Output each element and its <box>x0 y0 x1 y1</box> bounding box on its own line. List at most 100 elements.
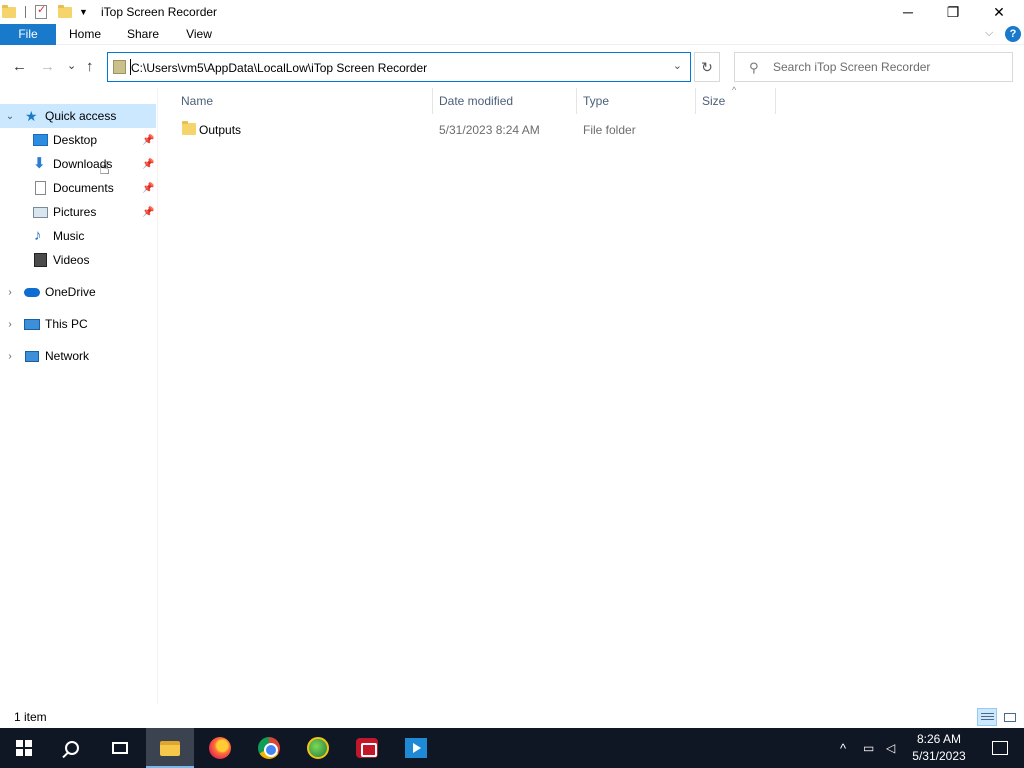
column-header-name[interactable]: Name <box>175 88 433 114</box>
recent-locations-button[interactable]: ⌄ <box>67 59 76 72</box>
taskbar-file-explorer[interactable] <box>146 728 194 768</box>
sidebar-item-label: Network <box>45 349 90 363</box>
start-button[interactable] <box>0 728 48 768</box>
forward-button[interactable]: → <box>40 58 55 75</box>
column-header-type[interactable]: Type <box>577 88 696 114</box>
firefox-icon <box>209 737 231 759</box>
tab-file[interactable]: File <box>0 24 56 45</box>
notification-icon <box>992 741 1008 755</box>
minimize-button[interactable]: ─ <box>885 0 931 24</box>
sidebar-item-onedrive[interactable]: › OneDrive <box>0 280 156 304</box>
status-bar: 1 item <box>0 704 1024 728</box>
clock-time: 8:26 AM <box>916 732 962 746</box>
desktop-icon <box>33 134 48 146</box>
address-folder-icon <box>113 60 126 74</box>
sidebar-item-label: Music <box>53 229 85 243</box>
file-row[interactable]: Outputs 5/31/2023 8:24 AM File folder <box>175 119 775 141</box>
details-view-icon <box>981 713 994 722</box>
sidebar-item-label: Pictures <box>53 205 97 219</box>
taskbar: ^ ▭ ◁ 8:26 AM 5/31/2023 <box>0 728 1024 768</box>
task-view-icon <box>112 742 128 754</box>
sidebar-item-videos[interactable]: Videos <box>0 248 156 272</box>
sidebar-item-label: OneDrive <box>45 285 96 299</box>
address-dropdown-icon[interactable]: ⌄ <box>673 59 682 72</box>
pin-icon[interactable]: 📌 <box>142 135 154 146</box>
pin-icon[interactable]: 📌 <box>142 207 154 218</box>
download-icon: ⬇ <box>33 155 46 172</box>
action-center-button[interactable] <box>976 728 1024 768</box>
file-list: Name Date modified Type Size ^ Outputs 5… <box>157 85 1024 704</box>
ribbon: File Home Share View ⌵ ? <box>0 24 1024 45</box>
tab-share[interactable]: Share <box>118 24 168 45</box>
expand-chevron-icon[interactable]: › <box>4 287 16 298</box>
sidebar-item-network[interactable]: › Network <box>0 344 156 368</box>
sidebar-item-label: Videos <box>53 253 90 267</box>
search-input[interactable] <box>773 58 1003 76</box>
search-icon <box>65 741 79 755</box>
file-name[interactable]: Outputs <box>199 123 241 137</box>
tab-view[interactable]: View <box>176 24 222 45</box>
back-button[interactable]: ← <box>12 58 27 75</box>
quick-access-toolbar: ▼ <box>0 3 88 21</box>
sidebar-item-music[interactable]: ♪ Music <box>0 224 156 248</box>
large-icons-view-icon <box>1004 713 1016 722</box>
expand-ribbon-icon[interactable]: ⌵ <box>985 27 993 40</box>
volume-muted-icon[interactable]: ◁ <box>886 728 895 768</box>
pictures-icon <box>33 206 48 218</box>
sidebar-item-this-pc[interactable]: › This PC <box>0 312 156 336</box>
sidebar-item-downloads[interactable]: ⬇ Downloads 📌 <box>0 152 156 176</box>
star-icon: ★ <box>25 108 38 124</box>
folder-icon <box>182 121 196 135</box>
videos-icon <box>34 253 47 267</box>
task-view-button[interactable] <box>96 728 144 768</box>
expand-chevron-icon[interactable]: › <box>4 319 16 330</box>
new-folder-icon[interactable] <box>58 4 72 18</box>
documents-icon <box>35 181 46 195</box>
taskbar-clock[interactable]: 8:26 AM 5/31/2023 <box>904 731 974 765</box>
address-path[interactable]: C:\Users\vm5\AppData\LocalLow\iTop Scree… <box>131 61 427 75</box>
navigation-bar: ← → ⌄ ↑ C:\Users\vm5\AppData\LocalLow\iT… <box>0 46 1024 88</box>
address-bar[interactable]: C:\Users\vm5\AppData\LocalLow\iTop Scree… <box>107 52 691 82</box>
divider <box>25 6 26 18</box>
collapse-chevron-icon[interactable]: ⌄ <box>4 111 16 122</box>
onedrive-icon <box>24 287 40 297</box>
file-explorer-icon <box>160 740 180 756</box>
customize-qat-dropdown-icon[interactable]: ▼ <box>79 7 88 17</box>
taskbar-firefox[interactable] <box>196 728 244 768</box>
globe-app-icon <box>307 737 329 759</box>
sidebar-item-quick-access[interactable]: ⌄ ★ Quick access <box>0 104 156 128</box>
folder-icon[interactable] <box>2 4 16 18</box>
network-status-icon[interactable]: ▭ <box>863 728 874 768</box>
clock-date: 5/31/2023 <box>912 749 966 763</box>
file-date-modified: 5/31/2023 8:24 AM <box>439 123 540 137</box>
sidebar-item-desktop[interactable]: Desktop 📌 <box>0 128 156 152</box>
sidebar-item-documents[interactable]: Documents 📌 <box>0 176 156 200</box>
taskbar-search-button[interactable] <box>48 728 96 768</box>
chrome-icon <box>258 737 280 759</box>
screen-recorder-icon <box>356 738 378 758</box>
close-button[interactable]: ✕ <box>976 0 1022 24</box>
pin-icon[interactable]: 📌 <box>142 159 154 170</box>
tab-home[interactable]: Home <box>60 24 110 45</box>
sidebar-item-pictures[interactable]: Pictures 📌 <box>0 200 156 224</box>
large-icons-view-button[interactable] <box>999 708 1019 726</box>
up-button[interactable]: ↑ <box>86 58 94 75</box>
details-view-button[interactable] <box>977 708 997 726</box>
column-header-date-modified[interactable]: Date modified <box>433 88 577 114</box>
properties-icon[interactable] <box>35 3 47 19</box>
taskbar-app-globe[interactable] <box>294 728 342 768</box>
help-icon[interactable]: ? <box>1005 26 1021 42</box>
refresh-button[interactable]: ↻ <box>694 52 720 82</box>
sidebar-item-label: Desktop <box>53 133 98 147</box>
item-count: 1 item <box>14 710 47 724</box>
show-hidden-icons-chevron[interactable]: ^ <box>840 728 846 768</box>
taskbar-media-player[interactable] <box>392 728 440 768</box>
this-pc-icon <box>24 318 40 330</box>
pin-icon[interactable]: 📌 <box>142 183 154 194</box>
media-player-icon <box>405 738 427 758</box>
expand-chevron-icon[interactable]: › <box>4 351 16 362</box>
taskbar-chrome[interactable] <box>245 728 293 768</box>
taskbar-screen-recorder[interactable] <box>343 728 391 768</box>
search-box[interactable]: ⚲ <box>734 52 1013 82</box>
restore-button[interactable]: ❐ <box>930 0 976 24</box>
